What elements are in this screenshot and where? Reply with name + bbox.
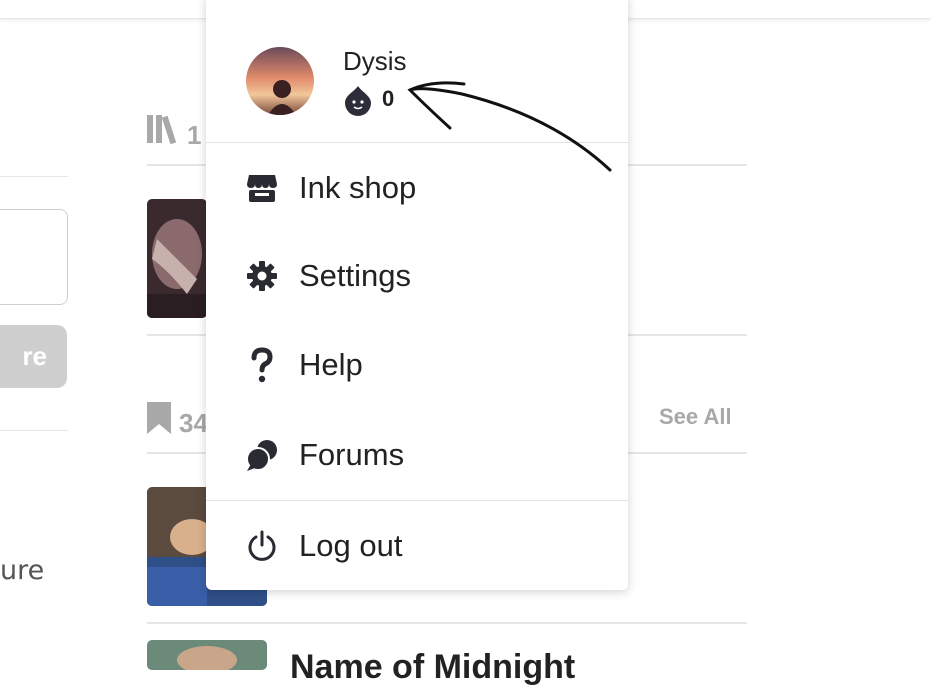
left-text-field[interactable] [0, 209, 68, 305]
question-icon [245, 347, 279, 383]
left-action-button[interactable]: re [0, 325, 67, 388]
ink-coin-icon [345, 86, 371, 116]
story-title[interactable]: Name of Midnight [290, 648, 575, 687]
menu-item-forums[interactable]: Forums [206, 420, 628, 490]
left-divider [0, 176, 68, 177]
library-icon [147, 115, 177, 145]
story-cover[interactable] [147, 640, 267, 670]
menu-item-label: Ink shop [299, 170, 417, 205]
left-text-fragment: ure [0, 555, 45, 586]
menu-item-help[interactable]: Help [206, 330, 628, 400]
left-divider [0, 430, 68, 431]
library-count: 1 [187, 120, 202, 150]
avatar[interactable] [246, 47, 314, 115]
bookmark-icon [147, 402, 171, 434]
menu-item-label: Settings [299, 258, 412, 293]
coin-count: 0 [382, 86, 395, 111]
username: Dysis [343, 46, 407, 76]
story-cover[interactable] [147, 199, 207, 318]
menu-divider [206, 500, 628, 501]
menu-item-label: Forums [299, 437, 405, 472]
menu-item-settings[interactable]: Settings [206, 241, 628, 311]
store-icon [245, 171, 279, 205]
annotation-arrow-icon [407, 81, 612, 172]
left-action-button-label: re [22, 341, 47, 371]
chat-bubbles-icon [245, 438, 279, 472]
gear-icon [245, 259, 279, 293]
menu-item-log-out[interactable]: Log out [206, 511, 628, 581]
section-divider [147, 622, 747, 624]
menu-item-label: Log out [299, 528, 403, 563]
reading-list-count: 34 [179, 408, 208, 438]
user-dropdown-menu: Dysis 0 Ink shop Settings Help Forums Lo… [206, 0, 628, 590]
power-icon [245, 529, 279, 563]
see-all-link[interactable]: See All [659, 404, 732, 430]
menu-item-label: Help [299, 347, 363, 382]
